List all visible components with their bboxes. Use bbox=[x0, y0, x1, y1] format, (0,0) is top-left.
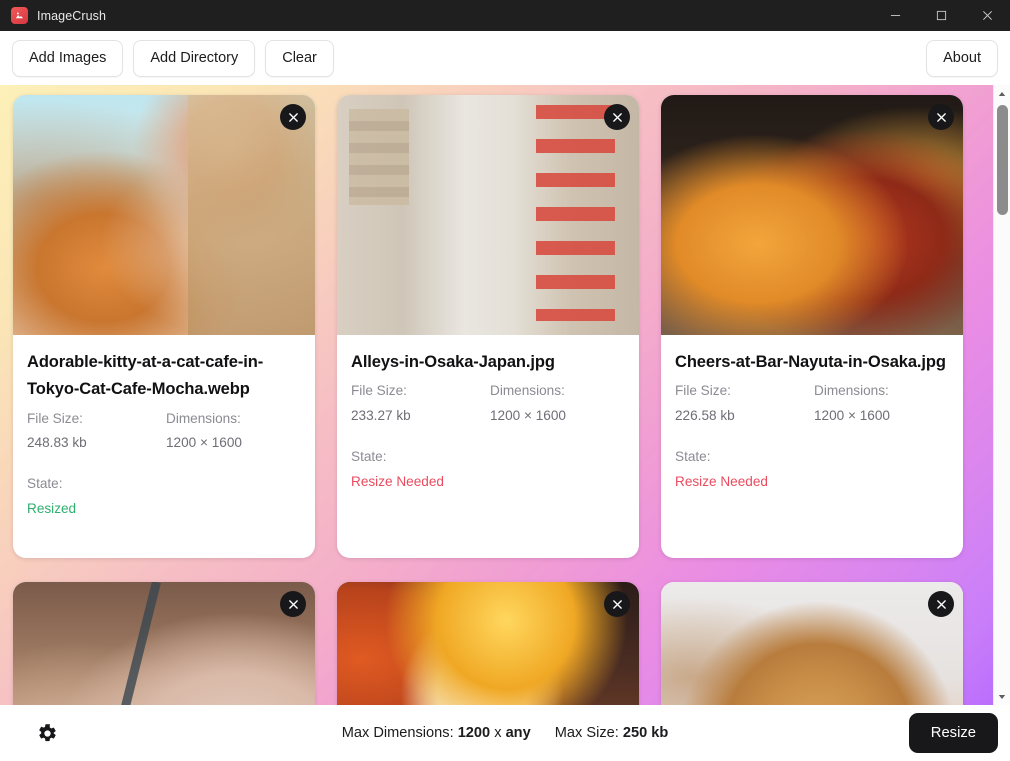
dimensions-label: Dimensions: bbox=[814, 383, 889, 399]
file-size-label: File Size: bbox=[351, 383, 407, 399]
imagecrush-logo-icon bbox=[11, 7, 28, 24]
image-filename: Cheers-at-Bar-Nayuta-in-Osaka.jpg bbox=[675, 353, 946, 371]
about-button[interactable]: About bbox=[926, 39, 998, 77]
scrollbar-thumb[interactable] bbox=[996, 105, 1008, 215]
image-thumbnail bbox=[13, 582, 315, 705]
chevron-down-icon[interactable] bbox=[994, 688, 1010, 705]
thumbnail-photo bbox=[337, 95, 639, 335]
max-size-label: Max Size: bbox=[554, 725, 619, 741]
dimensions-col: Dimensions: 1200 × 1600 bbox=[488, 379, 625, 428]
image-card[interactable] bbox=[661, 582, 963, 705]
image-list-area: Adorable-kitty-at-a-cat-cafe-in-Tokyo-Ca… bbox=[0, 85, 1010, 705]
image-card-info: Cheers-at-Bar-Nayuta-in-Osaka.jpg File S… bbox=[661, 335, 963, 494]
titlebar-left: ImageCrush bbox=[0, 7, 106, 24]
dimensions-label: Dimensions: bbox=[166, 410, 241, 426]
main-toolbar: Add Images Add Directory Clear About bbox=[0, 31, 1010, 85]
image-meta-row: File Size: 233.27 kb Dimensions: 1200 × … bbox=[351, 379, 625, 428]
thumbnail-photo bbox=[13, 582, 315, 705]
settings-button[interactable] bbox=[24, 710, 70, 756]
state-label: State: bbox=[675, 448, 711, 464]
remove-image-button[interactable] bbox=[928, 591, 954, 617]
file-size-label: File Size: bbox=[27, 410, 83, 426]
max-dimensions-width: 1200 bbox=[457, 725, 491, 741]
scrollbar-track[interactable] bbox=[994, 102, 1010, 688]
max-dimensions-separator: x bbox=[490, 725, 506, 741]
image-meta-row: File Size: 248.83 kb Dimensions: 1200 × … bbox=[27, 407, 301, 456]
file-size-value: 233.27 kb bbox=[351, 408, 411, 424]
image-card-info: Alleys-in-Osaka-Japan.jpg File Size: 233… bbox=[337, 335, 639, 494]
clear-button[interactable]: Clear bbox=[265, 39, 334, 77]
state-label: State: bbox=[351, 448, 387, 464]
image-state-block: State: Resized bbox=[27, 472, 301, 521]
remove-image-button[interactable] bbox=[928, 104, 954, 130]
image-card-info: Adorable-kitty-at-a-cat-cafe-in-Tokyo-Ca… bbox=[13, 335, 315, 522]
dimensions-value: 1200 × 1600 bbox=[814, 408, 890, 424]
window-controls bbox=[872, 0, 1010, 31]
image-thumbnail bbox=[337, 95, 639, 335]
vertical-scrollbar[interactable] bbox=[993, 85, 1010, 705]
dimensions-value: 1200 × 1600 bbox=[490, 408, 566, 424]
thumbnail-photo bbox=[13, 95, 315, 335]
close-icon[interactable] bbox=[964, 0, 1010, 31]
file-size-col: File Size: 233.27 kb bbox=[351, 379, 488, 428]
maximize-icon[interactable] bbox=[918, 0, 964, 31]
dimensions-col: Dimensions: 1200 × 1600 bbox=[164, 407, 301, 456]
image-grid-scroll[interactable]: Adorable-kitty-at-a-cat-cafe-in-Tokyo-Ca… bbox=[0, 85, 993, 705]
max-dimensions-status: Max Dimensions: 1200 x any bbox=[342, 725, 531, 741]
dimensions-value: 1200 × 1600 bbox=[166, 435, 242, 451]
remove-image-button[interactable] bbox=[604, 104, 630, 130]
max-size-status: Max Size: 250 kb bbox=[555, 725, 669, 741]
image-card[interactable]: Cheers-at-Bar-Nayuta-in-Osaka.jpg File S… bbox=[661, 95, 963, 558]
image-card[interactable] bbox=[13, 582, 315, 705]
gear-icon bbox=[37, 723, 58, 744]
image-thumbnail bbox=[661, 582, 963, 705]
image-grid: Adorable-kitty-at-a-cat-cafe-in-Tokyo-Ca… bbox=[13, 95, 980, 705]
file-size-label: File Size: bbox=[675, 383, 731, 399]
file-size-col: File Size: 248.83 kb bbox=[27, 407, 164, 456]
thumbnail-photo bbox=[661, 582, 963, 705]
image-thumbnail bbox=[337, 582, 639, 705]
remove-image-button[interactable] bbox=[604, 591, 630, 617]
dimensions-col: Dimensions: 1200 × 1600 bbox=[812, 379, 949, 428]
image-filename: Adorable-kitty-at-a-cat-cafe-in-Tokyo-Ca… bbox=[27, 353, 264, 399]
add-directory-button[interactable]: Add Directory bbox=[133, 39, 256, 77]
remove-image-button[interactable] bbox=[280, 591, 306, 617]
status-center: Max Dimensions: 1200 x any Max Size: 250… bbox=[0, 725, 1010, 741]
image-filename: Alleys-in-Osaka-Japan.jpg bbox=[351, 353, 555, 371]
remove-image-button[interactable] bbox=[280, 104, 306, 130]
image-thumbnail bbox=[661, 95, 963, 335]
image-state-block: State: Resize Needed bbox=[675, 445, 949, 494]
status-badge: Resize Needed bbox=[675, 473, 768, 489]
image-meta-row: File Size: 226.58 kb Dimensions: 1200 × … bbox=[675, 379, 949, 428]
image-card[interactable]: Alleys-in-Osaka-Japan.jpg File Size: 233… bbox=[337, 95, 639, 558]
add-images-button[interactable]: Add Images bbox=[12, 39, 124, 77]
image-state-block: State: Resize Needed bbox=[351, 445, 625, 494]
minimize-icon[interactable] bbox=[872, 0, 918, 31]
image-thumbnail bbox=[13, 95, 315, 335]
file-size-value: 226.58 kb bbox=[675, 408, 735, 424]
file-size-col: File Size: 226.58 kb bbox=[675, 379, 812, 428]
thumbnail-photo bbox=[661, 95, 963, 335]
max-dimensions-height: any bbox=[505, 725, 531, 741]
state-label: State: bbox=[27, 476, 63, 492]
max-dimensions-label: Max Dimensions: bbox=[341, 725, 454, 741]
chevron-up-icon[interactable] bbox=[994, 85, 1010, 102]
status-badge: Resize Needed bbox=[351, 473, 444, 489]
thumbnail-photo bbox=[337, 582, 639, 705]
resize-button[interactable]: Resize bbox=[908, 713, 998, 753]
window-titlebar: ImageCrush bbox=[0, 0, 1010, 31]
max-size-value: 250 kb bbox=[622, 725, 669, 741]
status-bar: Max Dimensions: 1200 x any Max Size: 250… bbox=[0, 705, 1010, 761]
file-size-value: 248.83 kb bbox=[27, 435, 87, 451]
image-card[interactable]: Adorable-kitty-at-a-cat-cafe-in-Tokyo-Ca… bbox=[13, 95, 315, 558]
status-badge: Resized bbox=[27, 500, 77, 516]
image-card[interactable] bbox=[337, 582, 639, 705]
app-title: ImageCrush bbox=[37, 8, 107, 23]
dimensions-label: Dimensions: bbox=[490, 383, 565, 399]
